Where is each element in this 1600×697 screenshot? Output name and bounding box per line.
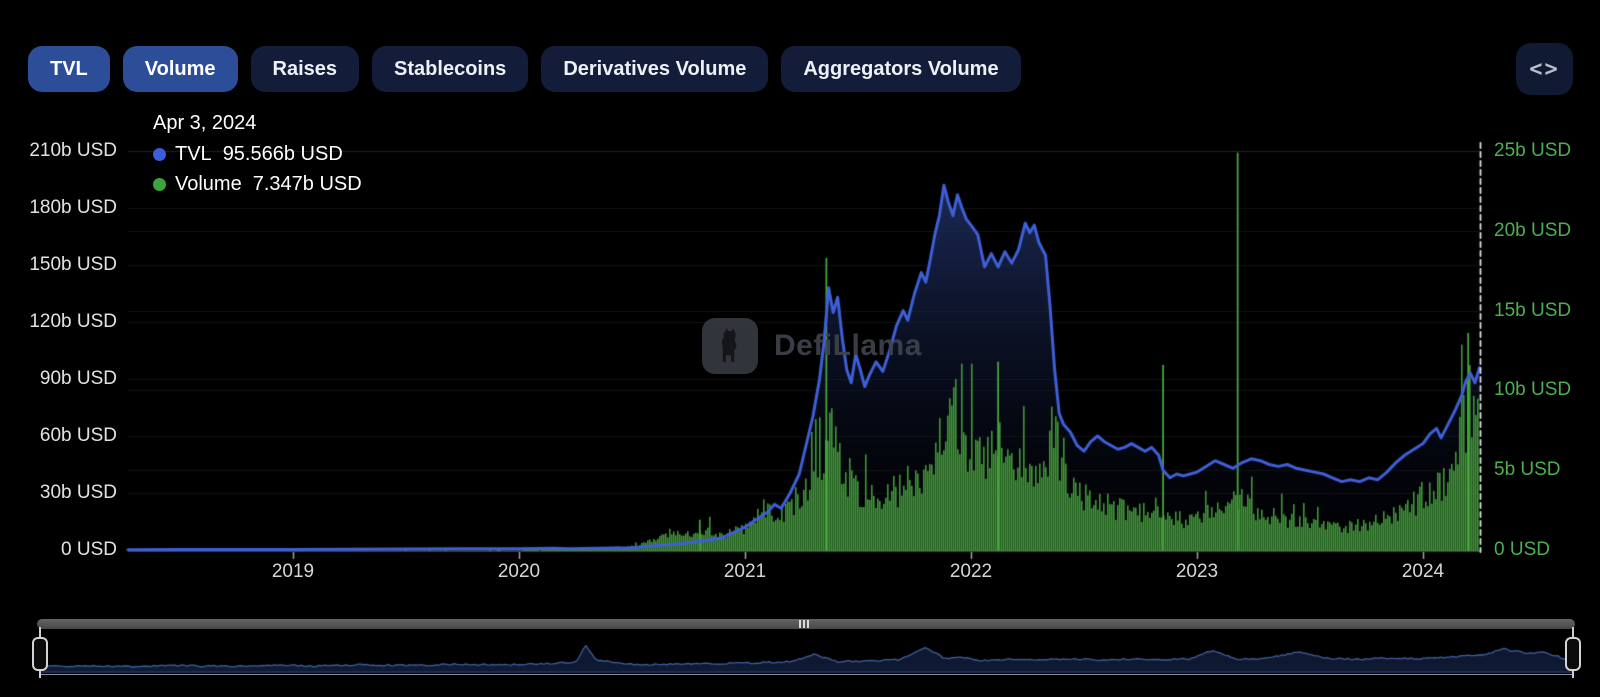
right-y-axis-tick-label: 10b USD [1494, 379, 1572, 401]
scrollbar-grip-icon [803, 620, 805, 628]
chart-tooltip: Apr 3, 2024 TVL 95.566b USD Volume 7.347… [153, 112, 362, 203]
y-axis-tick-label: 90b USD [39, 368, 117, 389]
brush-bottom-border [40, 674, 1573, 675]
brush-right-handle[interactable] [1565, 637, 1581, 671]
defillama-chart-page: TVL Volume Raises Stablecoins Derivative… [0, 0, 1600, 697]
right-y-axis-tick-label: 0 USD [1494, 539, 1550, 560]
volume-value: 7.347b USD [252, 173, 362, 195]
volume-label: Volume [175, 173, 242, 195]
y-axis-tick-label: 30b USD [39, 482, 117, 503]
llama-logo-icon [702, 318, 758, 374]
tooltip-row-volume: Volume 7.347b USD [153, 173, 362, 196]
chart-type-toolbar: TVL Volume Raises Stablecoins Derivative… [28, 46, 1021, 92]
tab-aggregators-volume[interactable]: Aggregators Volume [781, 46, 1021, 92]
y-axis-tick-label: 60b USD [39, 425, 117, 446]
tooltip-row-tvl: TVL 95.566b USD [153, 143, 362, 166]
y-axis-tick-label: 150b USD [29, 254, 117, 275]
right-y-axis-tick-label: 25b USD [1494, 140, 1572, 161]
x-axis-tick-label: 2021 [723, 561, 767, 582]
volume-legend-dot-icon [153, 178, 166, 191]
y-axis-tick-label: 120b USD [29, 311, 117, 332]
y-axis-tick-label: 180b USD [29, 197, 117, 218]
embed-code-button[interactable]: <> [1516, 43, 1573, 95]
tvl-label: TVL [175, 143, 212, 165]
tooltip-date: Apr 3, 2024 [153, 112, 257, 134]
tab-derivatives-volume[interactable]: Derivatives Volume [541, 46, 769, 92]
brush-left-handle[interactable] [32, 637, 48, 671]
x-axis-tick-label: 2023 [1175, 561, 1219, 582]
right-y-axis-tick-label: 15b USD [1494, 299, 1572, 321]
tab-stablecoins[interactable]: Stablecoins [372, 46, 529, 92]
x-axis-tick-label: 2020 [497, 561, 541, 582]
right-y-axis-tick-label: 5b USD [1494, 459, 1561, 481]
code-brackets-icon: <> [1529, 56, 1560, 82]
right-y-axis-tick-label: 20b USD [1494, 219, 1572, 241]
tab-volume[interactable]: Volume [122, 46, 238, 92]
chart-zoom-scrollbar[interactable] [37, 619, 1575, 629]
tab-raises[interactable]: Raises [250, 46, 360, 92]
x-axis-tick-label: 2022 [949, 561, 993, 582]
y-axis-tick-label: 0 USD [61, 539, 117, 560]
tab-tvl[interactable]: TVL [28, 46, 110, 92]
tvl-value: 95.566b USD [222, 143, 343, 165]
x-axis-tick-label: 2019 [271, 561, 315, 582]
tvl-legend-dot-icon [153, 148, 166, 161]
x-axis-tick-label: 2024 [1401, 561, 1445, 582]
y-axis-tick-label: 210b USD [29, 140, 117, 161]
defillama-watermark: DefiLlama [702, 318, 922, 374]
watermark-text: DefiLlama [774, 329, 922, 362]
